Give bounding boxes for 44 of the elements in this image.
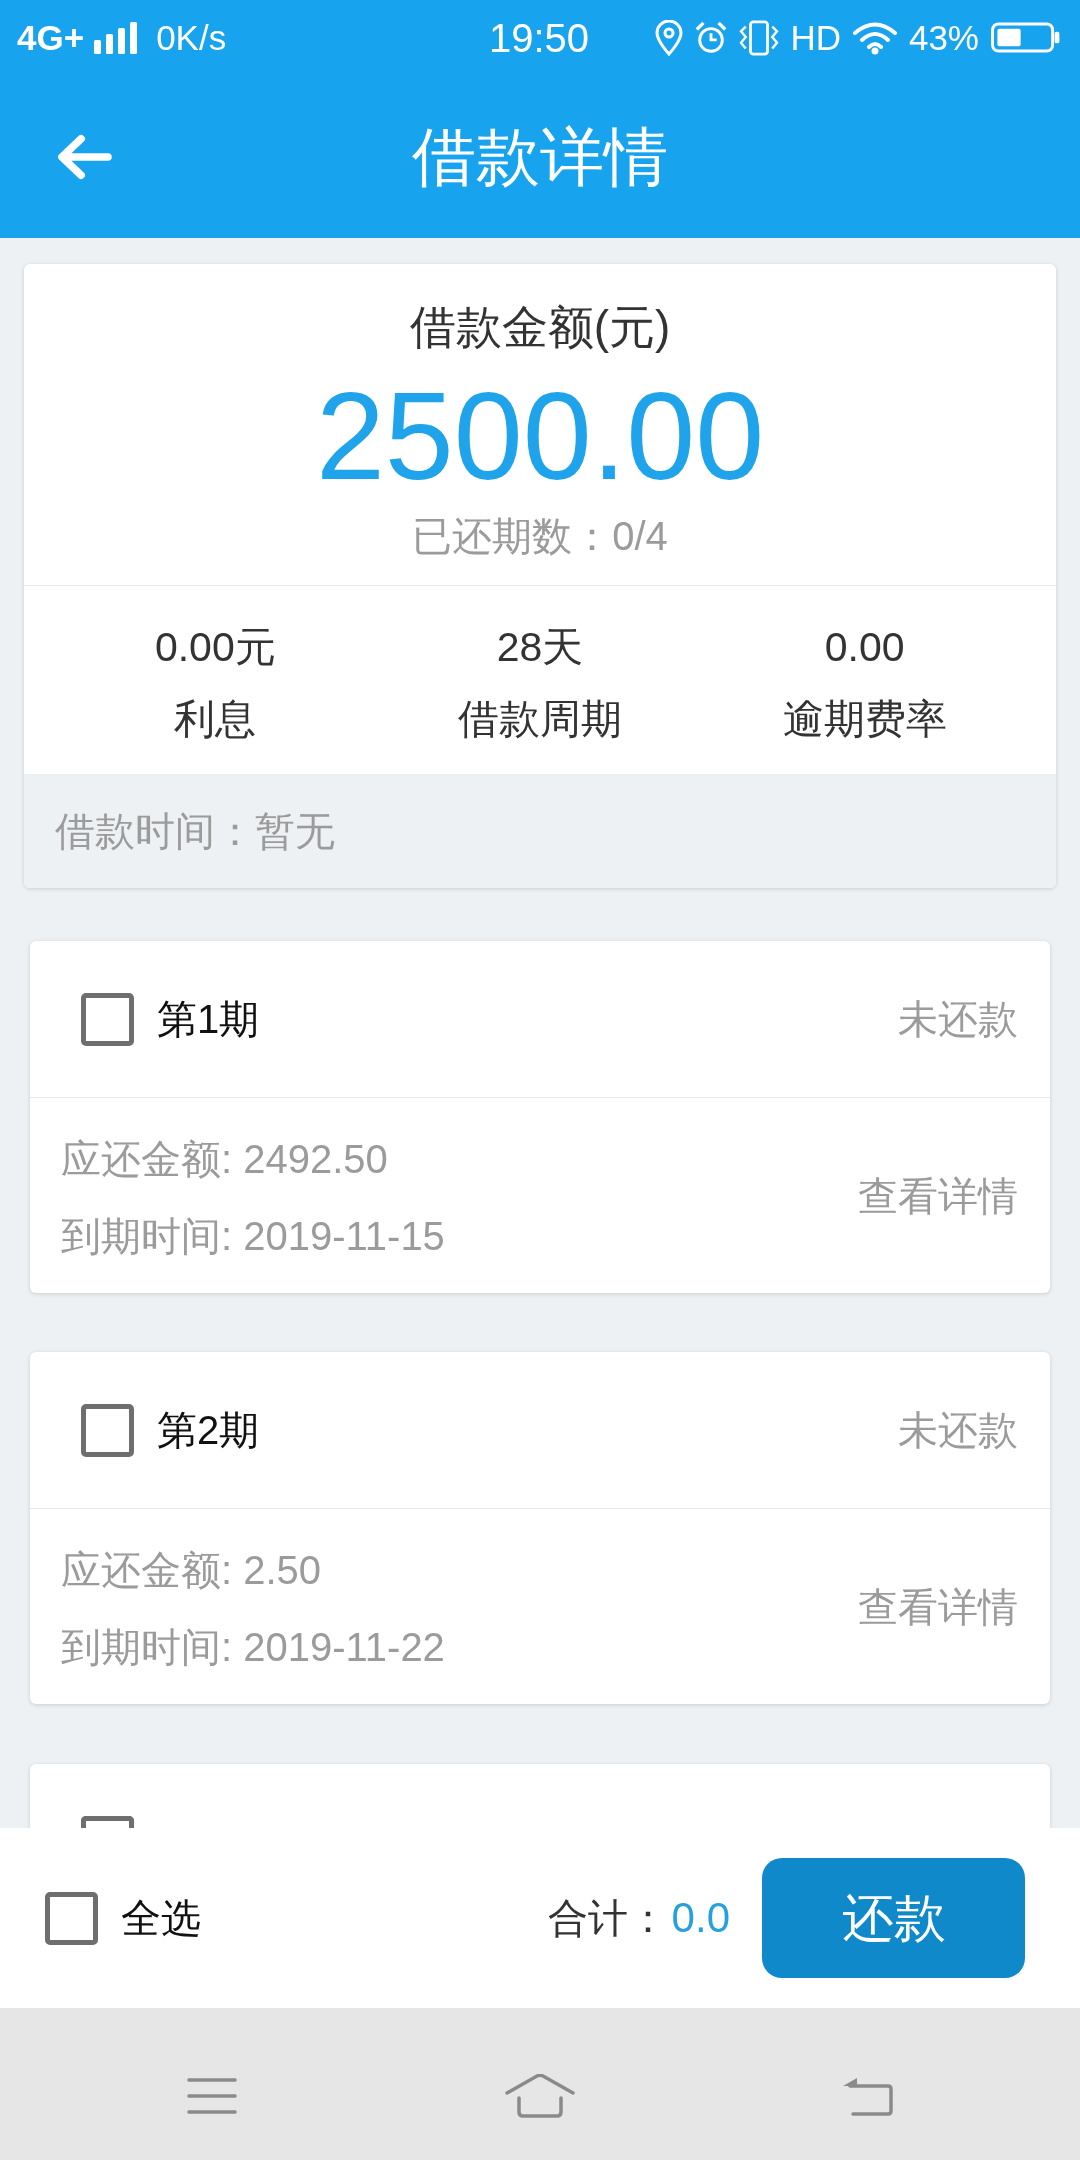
status-label: 未还款	[898, 996, 1018, 1043]
stat-label: 借款周期	[458, 695, 622, 743]
period-title: 第2期	[157, 1407, 260, 1454]
checkbox[interactable]	[81, 1403, 134, 1457]
clock: 19:50	[488, 15, 590, 60]
amount-label: 借款金额(元)	[409, 300, 671, 354]
due-date: 到期时间: 2019-11-22	[61, 1623, 445, 1671]
stat-label: 逾期费率	[782, 695, 947, 743]
home-icon[interactable]	[505, 2074, 575, 2118]
total-amount: 0.0	[671, 1894, 730, 1942]
battery-percent: 43%	[908, 17, 979, 58]
network-type: 4G+	[17, 17, 85, 58]
page-title: 借款详情	[412, 119, 668, 195]
total-label: 合计：	[547, 1895, 668, 1942]
view-details-link[interactable]: 查看详情	[858, 1582, 1018, 1631]
alarm-icon	[694, 20, 729, 55]
due-date: 到期时间: 2019-11-15	[61, 1212, 445, 1260]
stat-value: 0.00元	[154, 623, 276, 671]
signal-icon	[94, 21, 140, 54]
checkbox[interactable]	[45, 1891, 98, 1945]
menu-icon[interactable]	[187, 2078, 237, 2114]
checkbox[interactable]	[81, 1816, 134, 1828]
period-title: 第1期	[157, 996, 260, 1043]
view-details-link[interactable]: 查看详情	[858, 1171, 1018, 1220]
pay-button[interactable]: 还款	[762, 1858, 1025, 1978]
loan-amount: 2500.00	[315, 376, 765, 496]
paid-periods: 已还期数：0/4	[412, 513, 668, 560]
vibrate-icon	[739, 19, 780, 56]
checkbox[interactable]	[81, 992, 134, 1046]
due-amount: 应还金额: 2.50	[61, 1546, 323, 1594]
network-speed: 0K/s	[156, 17, 227, 58]
due-amount: 应还金额: 2492.50	[61, 1135, 389, 1183]
stat-value: 0.00	[824, 623, 905, 671]
wifi-icon	[851, 20, 898, 55]
back-icon[interactable]	[55, 133, 113, 180]
stat-label: 利息	[174, 695, 257, 743]
stat-value: 28天	[496, 623, 584, 671]
battery-icon	[990, 22, 1061, 53]
location-icon	[655, 19, 684, 56]
hd-label: HD	[790, 17, 841, 58]
loan-time: 借款时间：暂无	[55, 808, 335, 855]
back-nav-icon[interactable]	[842, 2076, 894, 2116]
status-label: 未还款	[898, 1407, 1018, 1454]
select-all-label[interactable]: 全选	[121, 1894, 201, 1942]
